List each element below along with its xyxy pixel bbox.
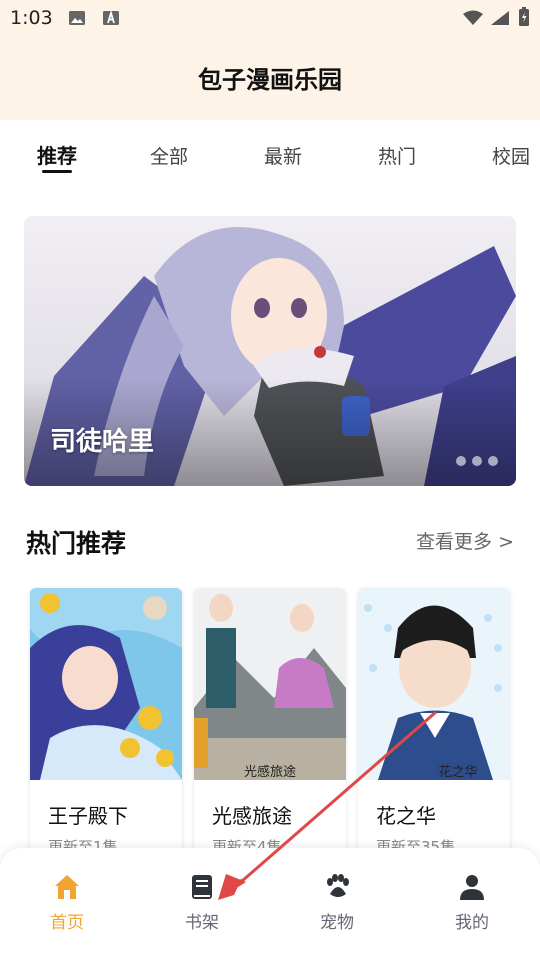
category-tabs: 推荐 全部 最新 热门 校园 bbox=[0, 120, 540, 190]
cover-title-text: 光感旅途 bbox=[244, 764, 296, 780]
nav-home-label: 首页 bbox=[50, 913, 84, 933]
nav-bookshelf[interactable]: 书架 bbox=[157, 872, 247, 933]
home-icon bbox=[55, 875, 79, 899]
status-bar: 1:03 bbox=[0, 0, 540, 36]
nav-profile-label: 我的 bbox=[455, 913, 489, 933]
tab-campus[interactable]: 校园 bbox=[492, 142, 530, 169]
book-icon bbox=[192, 875, 212, 899]
nav-pet-label: 宠物 bbox=[320, 913, 354, 933]
tab-hot[interactable]: 热门 bbox=[378, 142, 416, 169]
carousel-indicator bbox=[456, 456, 498, 466]
carousel-dot[interactable] bbox=[456, 456, 466, 466]
nav-profile[interactable]: 我的 bbox=[427, 872, 517, 933]
see-more-link[interactable]: 查看更多 > bbox=[416, 527, 514, 554]
comic-cover: 光感旅途 bbox=[194, 588, 346, 780]
comic-card[interactable]: 光感旅途 光感旅途 更新至4集 bbox=[194, 588, 346, 868]
active-tab-indicator bbox=[42, 170, 72, 173]
signal-icon bbox=[491, 11, 509, 25]
tab-recommend[interactable]: 推荐 bbox=[37, 140, 77, 169]
carousel-dot[interactable] bbox=[472, 456, 482, 466]
nav-bookshelf-label: 书架 bbox=[185, 913, 219, 933]
cover-title-text: 花之华 bbox=[438, 764, 477, 780]
comic-cover: 花之华 bbox=[358, 588, 510, 780]
comic-title: 王子殿下 bbox=[48, 804, 128, 828]
paw-icon bbox=[327, 874, 349, 897]
user-icon bbox=[460, 875, 484, 900]
wifi-icon bbox=[463, 10, 483, 25]
nav-home[interactable]: 首页 bbox=[22, 872, 112, 933]
comic-title: 光感旅途 bbox=[212, 804, 292, 828]
carousel-dot[interactable] bbox=[488, 456, 498, 466]
nav-pet[interactable]: 宠物 bbox=[292, 872, 382, 933]
banner-title: 司徒哈里 bbox=[50, 427, 155, 457]
page-title: 包子漫画乐园 bbox=[198, 66, 342, 94]
app-header: 1:03 包子漫画乐园 bbox=[0, 0, 540, 120]
bottom-navigation: 首页 书架 宠物 我的 bbox=[0, 848, 540, 960]
comic-cover bbox=[30, 588, 182, 780]
featured-banner[interactable]: 司徒哈里 bbox=[24, 216, 516, 486]
comic-title: 花之华 bbox=[376, 804, 436, 828]
tab-all[interactable]: 全部 bbox=[150, 142, 188, 169]
font-notification-icon bbox=[103, 10, 119, 25]
comic-card[interactable]: 王子殿下 更新至1集 bbox=[30, 588, 182, 868]
image-notification-icon bbox=[69, 11, 85, 25]
tab-latest[interactable]: 最新 bbox=[264, 142, 302, 169]
section-title: 热门推荐 bbox=[26, 529, 127, 558]
comic-card[interactable]: 花之华 花之华 更新至35集 bbox=[358, 588, 510, 868]
status-time: 1:03 bbox=[10, 7, 53, 29]
battery-icon bbox=[519, 7, 529, 26]
